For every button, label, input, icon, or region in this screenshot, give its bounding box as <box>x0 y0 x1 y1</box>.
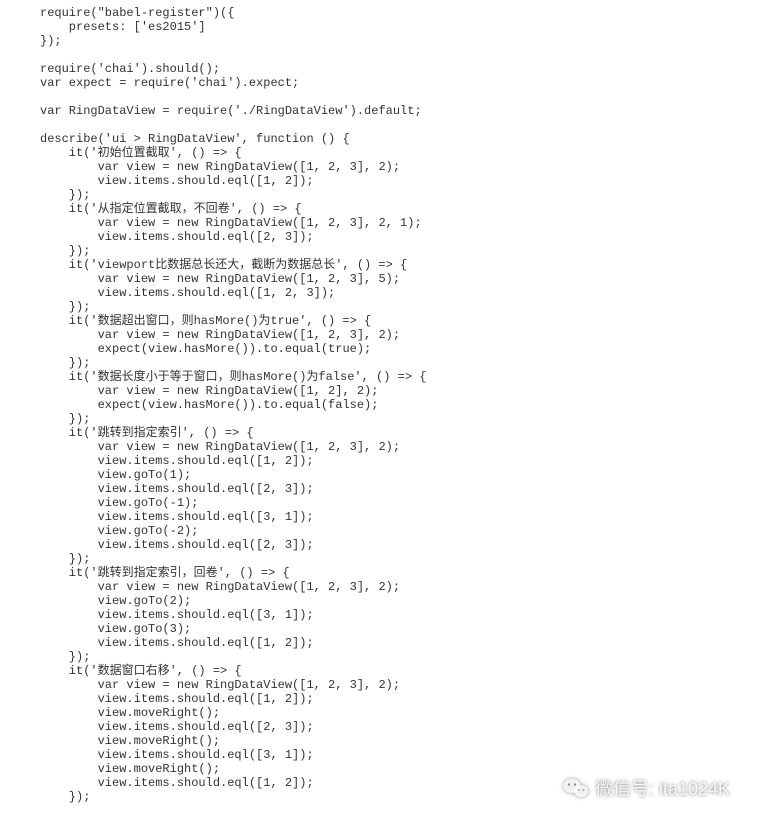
watermark-text: 微信号: ita1024K <box>595 782 730 796</box>
code-block: require("babel-register")({ presets: ['e… <box>0 0 764 804</box>
watermark: 微信号: ita1024K <box>563 777 730 800</box>
wechat-icon <box>563 777 589 800</box>
